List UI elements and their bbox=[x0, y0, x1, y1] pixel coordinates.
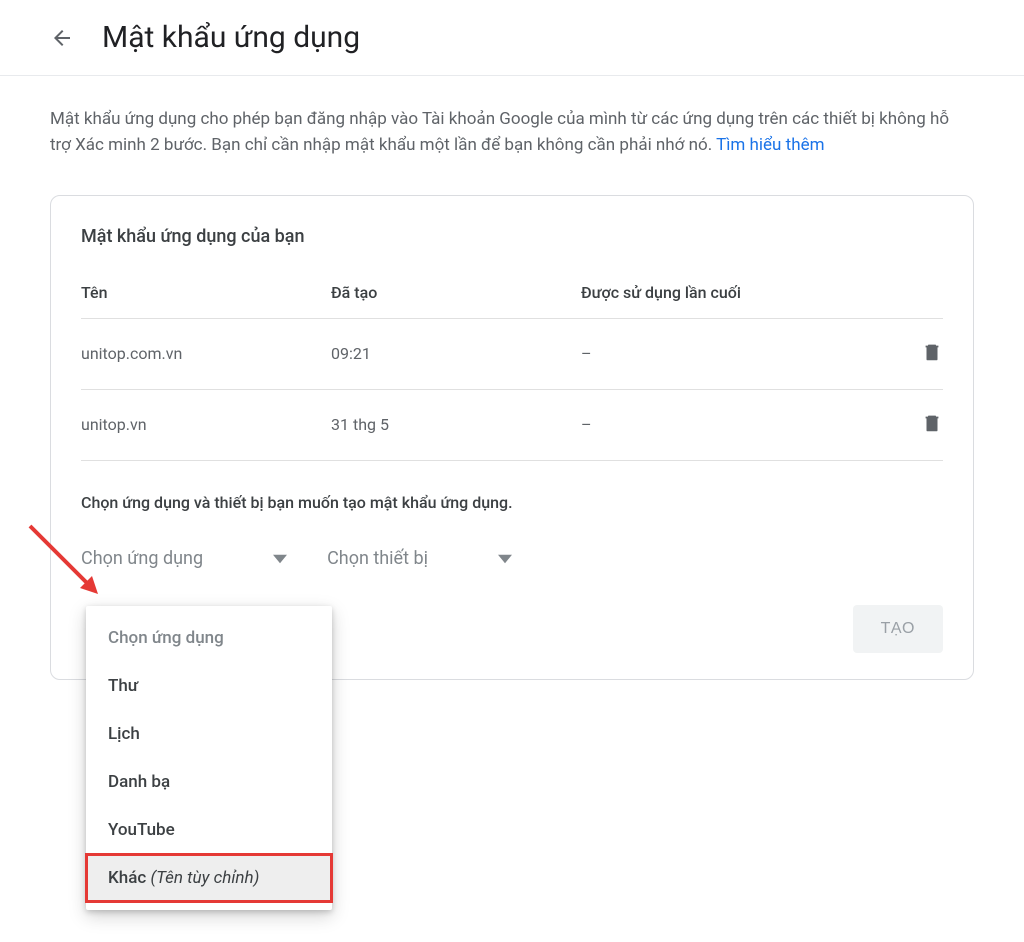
back-arrow-icon[interactable] bbox=[50, 26, 74, 50]
table-row: unitop.com.vn 09:21 – bbox=[81, 319, 943, 390]
dropdown-placeholder: Chọn ứng dụng bbox=[86, 614, 332, 662]
row-lastused: – bbox=[581, 344, 903, 363]
trash-icon[interactable] bbox=[921, 412, 943, 434]
page-title: Mật khẩu ứng dụng bbox=[102, 20, 360, 55]
description-text: Mật khẩu ứng dụng cho phép bạn đăng nhập… bbox=[50, 106, 974, 159]
dropdown-custom-suffix: (Tên tùy chỉnh) bbox=[150, 868, 259, 888]
select-instruction: Chọn ứng dụng và thiết bị bạn muốn tạo m… bbox=[81, 493, 943, 512]
row-created: 09:21 bbox=[331, 344, 581, 363]
col-header-name: Tên bbox=[81, 283, 331, 302]
dropdown-item-mail[interactable]: Thư bbox=[86, 662, 332, 710]
dropdown-item-youtube[interactable]: YouTube bbox=[86, 806, 332, 854]
trash-icon[interactable] bbox=[921, 341, 943, 363]
app-select-trigger[interactable]: Chọn ứng dụng bbox=[81, 542, 287, 575]
learn-more-link[interactable]: Tìm hiểu thêm bbox=[716, 135, 824, 155]
app-select-dropdown: Chọn ứng dụng Thư Lịch Danh bạ YouTube K… bbox=[86, 606, 332, 910]
table-row: unitop.vn 31 thg 5 – bbox=[81, 390, 943, 461]
chevron-down-icon bbox=[498, 548, 512, 569]
col-header-created: Đã tạo bbox=[331, 283, 581, 302]
dropdown-item-calendar[interactable]: Lịch bbox=[86, 710, 332, 758]
create-button[interactable]: TẠO bbox=[853, 605, 943, 653]
dropdown-item-contacts[interactable]: Danh bạ bbox=[86, 758, 332, 806]
app-select-label: Chọn ứng dụng bbox=[81, 548, 203, 569]
dropdown-custom-label: Khác bbox=[108, 868, 146, 888]
row-name: unitop.vn bbox=[81, 415, 331, 434]
dropdown-item-custom[interactable]: Khác (Tên tùy chỉnh) bbox=[86, 854, 332, 902]
chevron-down-icon bbox=[273, 548, 287, 569]
row-created: 31 thg 5 bbox=[331, 415, 581, 434]
row-name: unitop.com.vn bbox=[81, 344, 331, 363]
row-lastused: – bbox=[581, 415, 903, 434]
col-header-lastused: Được sử dụng lần cuối bbox=[581, 283, 903, 302]
device-select-trigger[interactable]: Chọn thiết bị bbox=[327, 542, 512, 575]
card-title: Mật khẩu ứng dụng của bạn bbox=[81, 226, 943, 247]
table-header: Tên Đã tạo Được sử dụng lần cuối bbox=[81, 283, 943, 319]
device-select-label: Chọn thiết bị bbox=[327, 548, 428, 569]
